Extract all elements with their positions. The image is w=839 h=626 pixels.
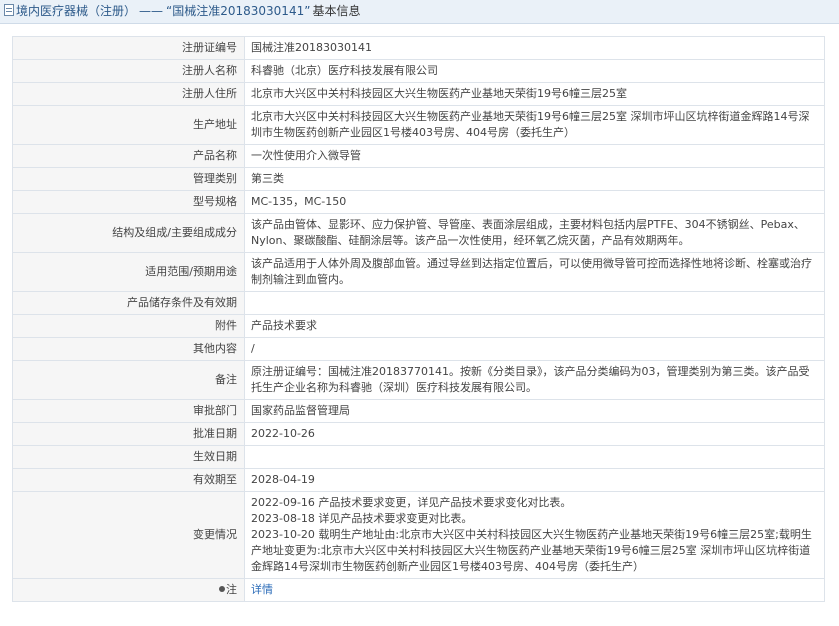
row-label: 管理类别 <box>12 167 245 191</box>
changes-value: 2022-09-16 产品技术要求变更，详见产品技术要求变化对比表。 2023-… <box>244 491 825 579</box>
row-label: 结构及组成/主要组成成分 <box>12 213 245 253</box>
table-row: 产品储存条件及有效期 <box>12 291 825 315</box>
table-row: 批准日期 2022-10-26 <box>12 422 825 446</box>
row-label: 其他内容 <box>12 337 245 361</box>
header-separator: —— <box>139 4 164 18</box>
row-value: 国家药品监督管理局 <box>244 399 825 423</box>
row-label: 适用范围/预期用途 <box>12 252 245 292</box>
change-entry: 2022-09-16 产品技术要求变更，详见产品技术要求变化对比表。 <box>251 496 572 509</box>
row-value <box>244 445 825 469</box>
row-value: MC-135，MC-150 <box>244 190 825 214</box>
row-value: 第三类 <box>244 167 825 191</box>
note-row: 注 详情 <box>12 578 825 602</box>
table-row: 其他内容 / <box>12 337 825 361</box>
row-label: 注册证编号 <box>12 36 245 60</box>
row-label: 生效日期 <box>12 445 245 469</box>
table-row: 型号规格 MC-135，MC-150 <box>12 190 825 214</box>
row-label: 审批部门 <box>12 399 245 423</box>
row-value: 北京市大兴区中关村科技园区大兴生物医药产业基地天荣街19号6幢三层25室 深圳市… <box>244 105 825 145</box>
details-link[interactable]: 详情 <box>251 583 273 596</box>
row-label: 型号规格 <box>12 190 245 214</box>
document-icon <box>4 4 14 16</box>
table-row: 附件 产品技术要求 <box>12 314 825 338</box>
row-value: 2022-10-26 <box>244 422 825 446</box>
row-value <box>244 291 825 315</box>
row-label: 附件 <box>12 314 245 338</box>
row-value: 2028-04-19 <box>244 468 825 492</box>
table-row: 生效日期 <box>12 445 825 469</box>
info-table-container: 注册证编号 国械注准20183030141 注册人名称 科睿驰（北京）医疗科技发展有… <box>0 24 839 602</box>
changes-row: 变更情况 2022-09-16 产品技术要求变更，详见产品技术要求变化对比表。 … <box>12 491 825 579</box>
row-label: 备注 <box>12 360 245 400</box>
row-value: 该产品适用于人体外周及腹部血管。通过导丝到达指定位置后，可以使用微导管可控而选择… <box>244 252 825 292</box>
note-label-cell: 注 <box>12 578 245 602</box>
table-row: 注册人名称 科睿驰（北京）医疗科技发展有限公司 <box>12 59 825 83</box>
row-label: 批准日期 <box>12 422 245 446</box>
registration-info-table: 注册证编号 国械注准20183030141 注册人名称 科睿驰（北京）医疗科技发展有… <box>12 36 825 602</box>
row-value: 原注册证编号：国械注准20183770141。按新《分类目录》，该产品分类编码为… <box>244 360 825 400</box>
table-row: 审批部门 国家药品监督管理局 <box>12 399 825 423</box>
row-value: 产品技术要求 <box>244 314 825 338</box>
header-suffix: 基本信息 <box>312 4 361 18</box>
page-header: 境内医疗器械（注册） —— “国械注准20183030141” 基本信息 <box>0 0 839 24</box>
row-label: 有效期至 <box>12 468 245 492</box>
note-value: 详情 <box>244 578 825 602</box>
note-label: 注 <box>226 583 237 596</box>
row-label: 产品储存条件及有效期 <box>12 291 245 315</box>
change-entry: 2023-08-18 详见产品技术要求变更对比表。 <box>251 512 473 525</box>
row-value: / <box>244 337 825 361</box>
row-value: 该产品由管体、显影环、应力保护管、导管座、表面涂层组成，主要材料包括内层PTFE… <box>244 213 825 253</box>
row-label: 生产地址 <box>12 105 245 145</box>
bullet-icon <box>219 586 225 592</box>
row-label: 注册人名称 <box>12 59 245 83</box>
category-link[interactable]: 境内医疗器械（注册） <box>16 4 136 18</box>
table-row: 注册证编号 国械注准20183030141 <box>12 36 825 60</box>
registration-number-title: “国械注准20183030141” <box>166 4 311 18</box>
table-row: 生产地址 北京市大兴区中关村科技园区大兴生物医药产业基地天荣街19号6幢三层25室… <box>12 105 825 145</box>
table-row: 适用范围/预期用途 该产品适用于人体外周及腹部血管。通过导丝到达指定位置后，可以使… <box>12 252 825 292</box>
change-entry: 2023-10-20 载明生产地址由:北京市大兴区中关村科技园区大兴生物医药产业… <box>251 528 812 573</box>
table-row: 有效期至 2028-04-19 <box>12 468 825 492</box>
table-row: 结构及组成/主要组成成分 该产品由管体、显影环、应力保护管、导管座、表面涂层组成，… <box>12 213 825 253</box>
row-label: 产品名称 <box>12 144 245 168</box>
row-value: 一次性使用介入微导管 <box>244 144 825 168</box>
row-value: 科睿驰（北京）医疗科技发展有限公司 <box>244 59 825 83</box>
row-value: 北京市大兴区中关村科技园区大兴生物医药产业基地天荣街19号6幢三层25室 <box>244 82 825 106</box>
changes-label: 变更情况 <box>12 491 245 579</box>
table-row: 产品名称 一次性使用介入微导管 <box>12 144 825 168</box>
row-label: 注册人住所 <box>12 82 245 106</box>
table-row: 注册人住所 北京市大兴区中关村科技园区大兴生物医药产业基地天荣街19号6幢三层25… <box>12 82 825 106</box>
row-value: 国械注准20183030141 <box>244 36 825 60</box>
table-row: 管理类别 第三类 <box>12 167 825 191</box>
table-row: 备注 原注册证编号：国械注准20183770141。按新《分类目录》，该产品分类编… <box>12 360 825 400</box>
